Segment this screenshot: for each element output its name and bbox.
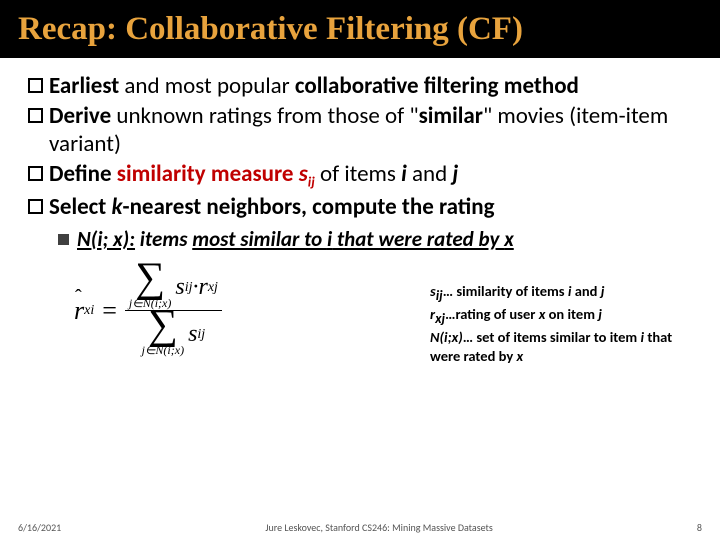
formula: ˆrxi = ∑j∈N(i;x) sij · rxj ∑j∈N(i;x) sij — [74, 264, 222, 357]
bullet-1-text: Earliest and most popular collaborative … — [49, 72, 692, 100]
bullet-2-text: Derive unknown ratings from those of "si… — [49, 102, 692, 158]
title-bar: Recap: Collaborative Filtering (CF) — [0, 0, 720, 58]
footer-center: Jure Leskovec, Stanford CS246: Mining Ma… — [265, 521, 493, 534]
bullet-icon — [28, 199, 43, 214]
slide-body: Earliest and most popular collaborative … — [0, 58, 720, 388]
bullet-4: Select k-nearest neighbors, compute the … — [28, 193, 692, 221]
bullet-2: Derive unknown ratings from those of "si… — [28, 102, 692, 158]
bullet-icon — [28, 108, 43, 123]
bullet-1: Earliest and most popular collaborative … — [28, 72, 692, 100]
footer-date: 6/16/2021 — [18, 521, 61, 534]
legend-line-1: sij… similarity of items i and j — [430, 282, 688, 305]
legend-line-2: rxj…rating of user x on item j — [430, 305, 688, 328]
sub-bullet-icon — [58, 234, 69, 245]
formula-legend: sij… similarity of items i and j rxj…rat… — [430, 282, 688, 365]
bullet-icon — [28, 78, 43, 93]
sub-bullet: N(i; x): items most similar to i that we… — [58, 227, 692, 253]
formula-area: ˆrxi = ∑j∈N(i;x) sij · rxj ∑j∈N(i;x) sij… — [28, 258, 692, 388]
legend-line-3: N(i;x)… set of items similar to item i t… — [430, 328, 688, 365]
bullet-3: Define similarity measure sij of items i… — [28, 160, 692, 191]
bullet-3-text: Define similarity measure sij of items i… — [49, 160, 692, 191]
bullet-icon — [28, 166, 43, 181]
sub-bullet-text: N(i; x): items most similar to i that we… — [77, 227, 514, 253]
bullet-4-text: Select k-nearest neighbors, compute the … — [49, 193, 692, 221]
footer: 6/16/2021 Jure Leskovec, Stanford CS246:… — [0, 521, 720, 534]
footer-page: 8 — [697, 521, 702, 534]
slide-title: Recap: Collaborative Filtering (CF) — [18, 11, 523, 48]
